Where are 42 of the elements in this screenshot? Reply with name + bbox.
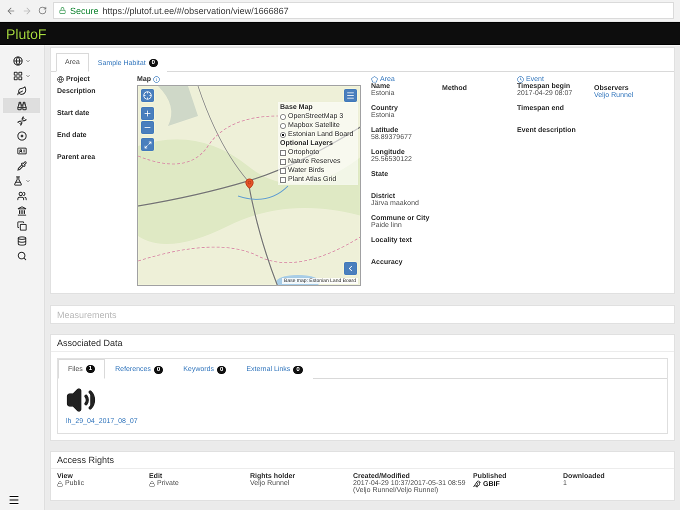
zoom-in-button[interactable] bbox=[141, 107, 154, 120]
disc-icon bbox=[16, 130, 26, 140]
card-title: Measurements bbox=[57, 310, 117, 320]
card-title: Access Rights bbox=[57, 455, 114, 465]
url-text: https://plutof.ut.ee/#/observation/view/1666867 bbox=[102, 6, 289, 16]
reload-icon[interactable] bbox=[38, 6, 47, 15]
chevron-icon bbox=[346, 264, 355, 273]
pipette-icon bbox=[16, 160, 26, 170]
address-bar[interactable]: Secure https://plutof.ut.ee/#/observation/view/1666867 bbox=[53, 2, 674, 19]
sidebar-item[interactable] bbox=[3, 98, 40, 113]
crosshair-icon bbox=[143, 91, 152, 100]
database-icon bbox=[16, 236, 26, 246]
dna-icon bbox=[16, 116, 26, 126]
secure-label: Secure bbox=[70, 6, 99, 16]
app-logo[interactable]: PlutoF bbox=[6, 26, 46, 42]
menu-icon bbox=[346, 91, 355, 100]
clock-icon bbox=[517, 76, 524, 83]
bank-icon bbox=[16, 206, 26, 216]
card-title: Associated Data bbox=[57, 338, 123, 348]
locate-button[interactable] bbox=[141, 89, 154, 102]
id-card-icon bbox=[16, 146, 26, 156]
globe-icon bbox=[57, 76, 64, 83]
grid-icon bbox=[12, 70, 22, 80]
expand-icon bbox=[144, 140, 152, 148]
bird-icon bbox=[473, 480, 481, 488]
leaf-icon bbox=[16, 86, 26, 96]
menu-icon[interactable] bbox=[8, 494, 20, 506]
globe-icon bbox=[12, 56, 22, 66]
lock-icon bbox=[59, 7, 66, 14]
copy-icon bbox=[16, 220, 26, 230]
layers-menu-button[interactable] bbox=[344, 89, 357, 102]
info-icon bbox=[153, 76, 160, 83]
plus-icon bbox=[143, 109, 152, 118]
users-icon bbox=[16, 190, 26, 200]
flask-icon bbox=[12, 176, 22, 186]
area-icon bbox=[371, 76, 378, 83]
search-icon bbox=[16, 250, 26, 260]
collapse-button[interactable] bbox=[344, 262, 357, 275]
back-icon[interactable] bbox=[6, 6, 16, 16]
binoculars-icon bbox=[16, 100, 26, 110]
zoom-out-button[interactable] bbox=[141, 121, 154, 134]
fullscreen-button[interactable] bbox=[141, 138, 154, 151]
